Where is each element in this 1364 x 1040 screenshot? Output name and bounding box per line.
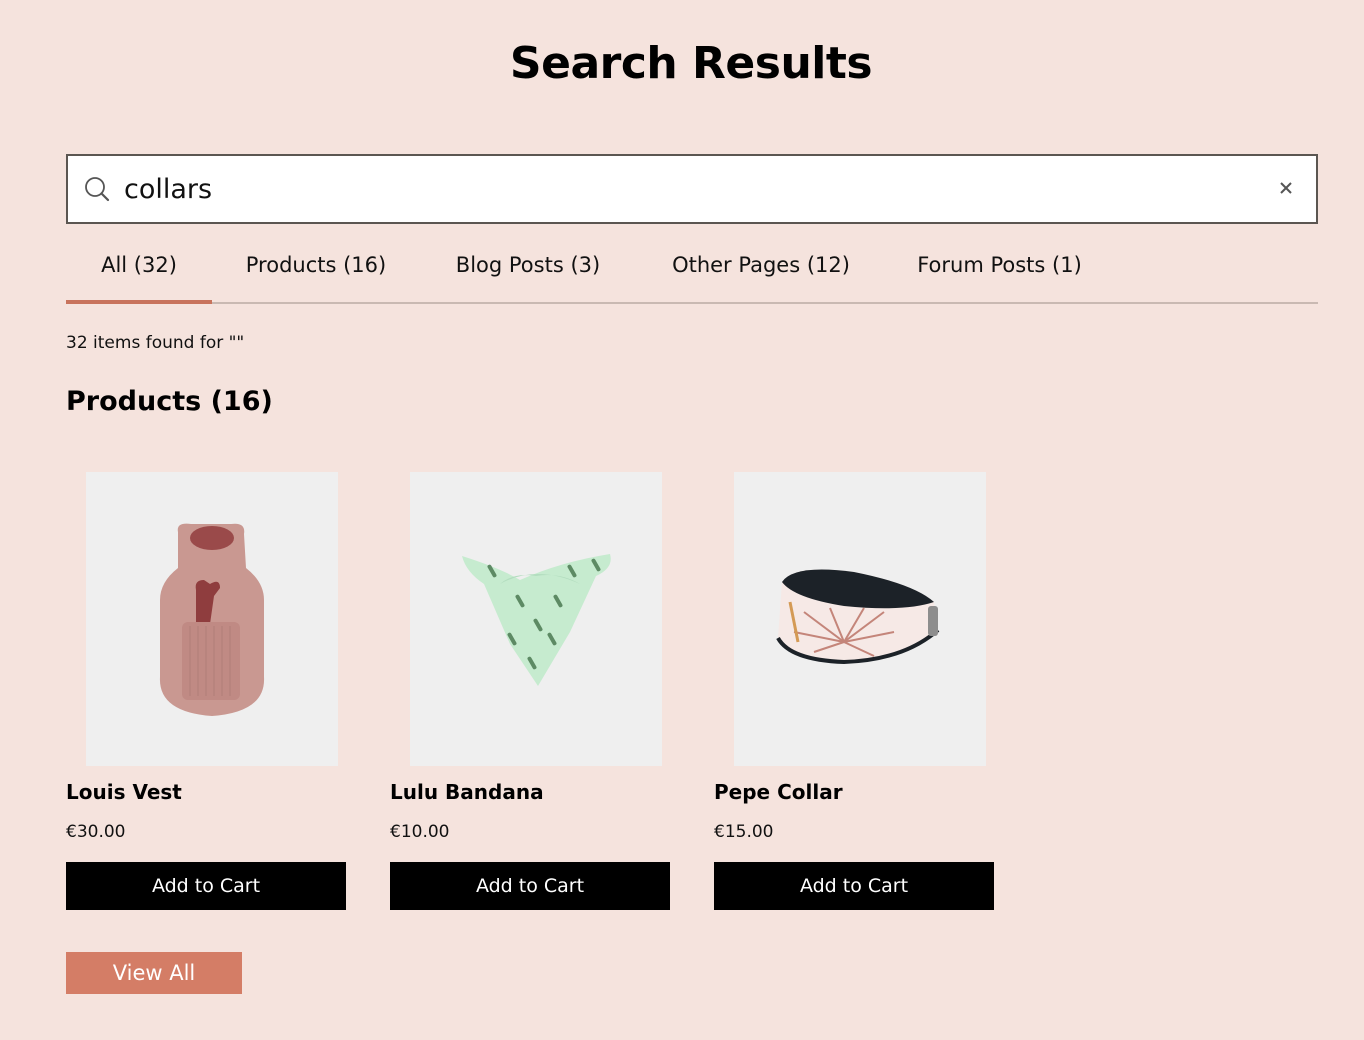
section-title-products: Products (16) <box>66 386 273 417</box>
view-all-button[interactable]: View All <box>66 952 242 994</box>
search-tabs: All (32) Products (16) Blog Posts (3) Ot… <box>66 240 1318 304</box>
page-title: Search Results <box>509 38 873 89</box>
tab-blog-posts[interactable]: Blog Posts (3) <box>448 240 608 302</box>
product-image-louis-vest[interactable] <box>86 472 338 766</box>
tab-all[interactable]: All (32) <box>66 240 212 304</box>
add-to-cart-button[interactable]: Add to Cart <box>714 862 994 910</box>
search-box[interactable] <box>66 154 1318 224</box>
close-icon[interactable] <box>1276 178 1296 198</box>
product-name[interactable]: Pepe Collar <box>714 780 843 804</box>
product-price: €10.00 <box>390 822 450 842</box>
search-icon <box>84 176 110 202</box>
search-input[interactable] <box>124 166 1244 212</box>
add-to-cart-button[interactable]: Add to Cart <box>390 862 670 910</box>
product-price: €15.00 <box>714 822 774 842</box>
product-name[interactable]: Louis Vest <box>66 780 182 804</box>
product-price: €30.00 <box>66 822 126 842</box>
results-summary: 32 items found for "" <box>66 333 245 353</box>
add-to-cart-button[interactable]: Add to Cart <box>66 862 346 910</box>
product-image-pepe-collar[interactable] <box>734 472 986 766</box>
product-name[interactable]: Lulu Bandana <box>390 780 544 804</box>
tab-forum-posts[interactable]: Forum Posts (1) <box>912 240 1087 302</box>
tab-products[interactable]: Products (16) <box>236 240 396 302</box>
tab-other-pages[interactable]: Other Pages (12) <box>666 240 856 302</box>
product-image-lulu-bandana[interactable] <box>410 472 662 766</box>
